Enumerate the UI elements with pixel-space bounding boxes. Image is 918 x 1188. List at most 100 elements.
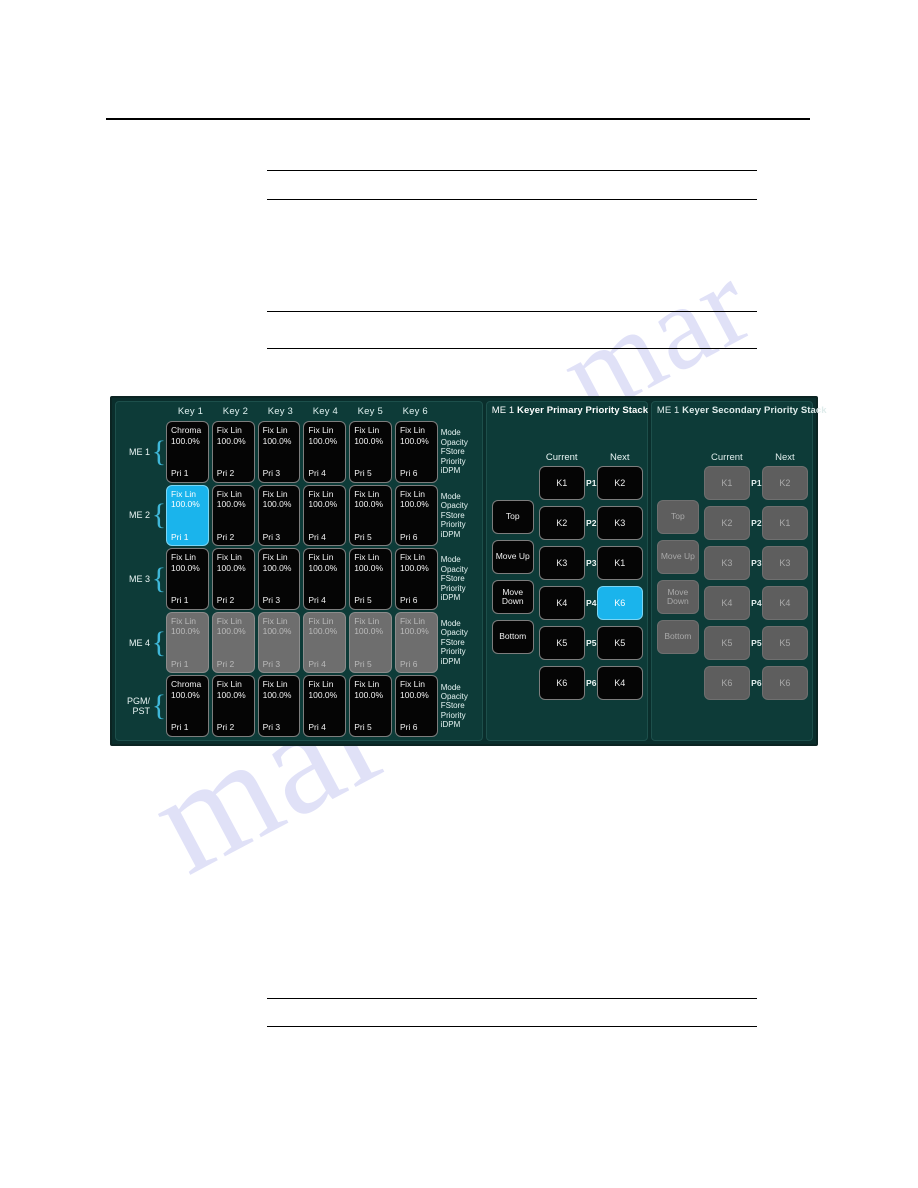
horizontal-rule: [267, 311, 757, 312]
primary-stack-next-3[interactable]: K1: [596, 546, 643, 580]
secondary-stack-next-3: K3: [761, 546, 808, 580]
key-cell-mode: Fix Lin: [216, 425, 242, 435]
me-row-label: ME 2: [128, 510, 150, 521]
attribute-label-idpm: iDPM: [440, 465, 461, 475]
key-cell-opacity: 100.0%: [262, 499, 292, 510]
secondary-stack-current-1: K1: [703, 466, 750, 500]
key-cell-opacity: 100.0%: [399, 435, 429, 446]
key-cell-priority: Pri 5: [354, 531, 372, 542]
key-cell-me5-k5[interactable]: Fix Lin 100.0% Pri 5: [349, 675, 392, 737]
primary-stack-next-5[interactable]: K5: [596, 626, 643, 660]
attribute-label-priority: Priority: [440, 583, 466, 593]
primary-stack-move-down-button[interactable]: Move Down: [491, 580, 534, 614]
secondary-stack-next-4: K4: [761, 586, 808, 620]
primary-stack-current-6[interactable]: K6: [538, 666, 585, 700]
key-cell-me1-k6[interactable]: Fix Lin 100.0% Pri 6: [394, 421, 438, 483]
key-cell-priority: Pri 3: [262, 658, 281, 669]
me-row: ME 1{Chroma 100.0% Pri 1 Fix Lin 100.0% Pri 2…: [116, 420, 482, 484]
key-cell-opacity: 100.0%: [171, 499, 200, 510]
key-cell-priority: Pri 4: [308, 595, 326, 606]
key-cell-me1-k5[interactable]: Fix Lin 100.0% Pri 5: [349, 421, 392, 483]
key-cell-me1-k4[interactable]: Fix Lin 100.0% Pri 4: [303, 421, 347, 483]
secondary-stack-next-1: K2: [761, 466, 808, 500]
key-cell-me2-k4[interactable]: Fix Lin 100.0% Pri 4: [303, 484, 347, 547]
primary-stack-title: ME 1 Keyer Primary Priority Stack: [492, 405, 648, 416]
key-cell-me5-k6[interactable]: Fix Lin 100.0% Pri 6: [394, 675, 438, 737]
secondary-current-header: Current: [711, 452, 743, 463]
key-cell-priority: Pri 2: [216, 468, 235, 479]
key-cell-priority: Pri 2: [216, 595, 235, 606]
key-cell-mode: Fix Lin: [354, 552, 380, 563]
key-cell-mode: Fix Lin: [354, 679, 380, 690]
key-cell-me5-k4[interactable]: Fix Lin 100.0% Pri 4: [303, 675, 347, 737]
key-cell-mode: Fix Lin: [216, 679, 242, 690]
key-cell-mode: Fix Lin: [262, 679, 288, 690]
key-cell-me1-k2[interactable]: Fix Lin 100.0% Pri 2: [211, 421, 255, 483]
key-cell-me1-k3[interactable]: Fix Lin 100.0% Pri 3: [257, 421, 301, 483]
key-cell-me3-k5[interactable]: Fix Lin 100.0% Pri 5: [349, 548, 392, 610]
primary-stack-move-up-button[interactable]: Move Up: [491, 540, 534, 574]
key-cell-me3-k3[interactable]: Fix Lin 100.0% Pri 3: [257, 548, 301, 610]
me-row: ME 2{Fix Lin 100.0% Pri 1 Fix Lin 100.0% Pri …: [116, 484, 482, 548]
key-cells-container: Fix Lin 100.0% Pri 1 Fix Lin 100.0% Pri 2 Fix …: [166, 548, 438, 610]
secondary-stack-current-6: K6: [703, 666, 750, 700]
attribute-label-fstore: FStore: [440, 574, 465, 584]
key-cells-container: Fix Lin 100.0% Pri 1 Fix Lin 100.0% Pri 2 Fix …: [166, 611, 438, 674]
key-cell-opacity: 100.0%: [308, 626, 338, 637]
attribute-label-mode: Mode: [440, 491, 461, 501]
primary-stack-actions: Top Move Up Move Down Bottom: [491, 500, 534, 660]
attribute-label-opacity: Opacity: [440, 437, 468, 447]
secondary-stack-current-5: K5: [703, 626, 750, 660]
key-cell-mode: Fix Lin: [171, 615, 197, 626]
key-column-header-1: Key 1: [177, 406, 204, 417]
key-cell-me2-k2[interactable]: Fix Lin 100.0% Pri 2: [211, 484, 255, 547]
primary-stack-next-1[interactable]: K2: [596, 466, 643, 500]
key-cell-me2-k3[interactable]: Fix Lin 100.0% Pri 3: [257, 484, 301, 547]
key-cell-mode: Fix Lin: [171, 488, 197, 499]
key-column-header-2: Key 2: [222, 406, 249, 417]
key-cell-me2-k6[interactable]: Fix Lin 100.0% Pri 6: [394, 484, 438, 547]
key-cell-me3-k6[interactable]: Fix Lin 100.0% Pri 6: [394, 548, 438, 610]
key-column-header-3: Key 3: [267, 406, 294, 417]
me-row: PGM/PST{Chroma 100.0% Pri 1 Fix Lin 100.0% Pr…: [116, 674, 482, 738]
primary-stack-title-main: Keyer Primary Priority Stack: [517, 405, 649, 416]
key-cell-me4-k4: Fix Lin 100.0% Pri 4: [303, 611, 347, 674]
key-cell-opacity: 100.0%: [216, 562, 246, 573]
primary-stack-current-3[interactable]: K3: [538, 546, 585, 580]
key-cell-opacity: 100.0%: [171, 689, 200, 700]
key-cell-me5-k2[interactable]: Fix Lin 100.0% Pri 2: [211, 675, 255, 737]
primary-stack-current-5[interactable]: K5: [538, 626, 585, 660]
key-cell-me2-k5[interactable]: Fix Lin 100.0% Pri 5: [349, 484, 392, 547]
primary-stack-next-4[interactable]: K6: [596, 586, 643, 620]
key-cell-priority: Pri 4: [308, 468, 326, 479]
key-cell-opacity: 100.0%: [399, 499, 429, 510]
primary-stack-current-4[interactable]: K4: [538, 586, 585, 620]
key-column-header-5: Key 5: [357, 406, 383, 417]
key-cell-me5-k3[interactable]: Fix Lin 100.0% Pri 3: [257, 675, 301, 737]
key-cell-me3-k2[interactable]: Fix Lin 100.0% Pri 2: [211, 548, 255, 610]
key-cell-me5-k1[interactable]: Chroma 100.0% Pri 1: [166, 675, 209, 737]
attribute-label-idpm: iDPM: [440, 656, 461, 666]
key-cell-mode: Fix Lin: [399, 552, 426, 563]
key-cell-me4-k1: Fix Lin 100.0% Pri 1: [166, 611, 209, 674]
primary-stack-current-2[interactable]: K2: [538, 506, 585, 540]
key-cell-me3-k1[interactable]: Fix Lin 100.0% Pri 1: [166, 548, 209, 610]
primary-stack-current-1[interactable]: K1: [538, 466, 585, 500]
key-cell-mode: Fix Lin: [399, 488, 426, 499]
primary-stack-next-2[interactable]: K3: [596, 506, 643, 540]
key-cell-me1-k1[interactable]: Chroma 100.0% Pri 1: [166, 421, 209, 483]
secondary-stack-priority-label-2: P2: [751, 518, 762, 528]
key-cell-me2-k1[interactable]: Fix Lin 100.0% Pri 1: [166, 484, 209, 547]
key-column-header-4: Key 4: [312, 406, 338, 417]
primary-stack-next-6[interactable]: K4: [596, 666, 643, 700]
primary-stack-bottom-button[interactable]: Bottom: [491, 620, 534, 654]
secondary-next-header: Next: [775, 452, 795, 463]
key-cells-container: Chroma 100.0% Pri 1 Fix Lin 100.0% Pri 2 Fix L…: [166, 421, 438, 483]
horizontal-rule: [267, 199, 757, 200]
key-cell-priority: Pri 1: [171, 658, 189, 669]
key-cell-me3-k4[interactable]: Fix Lin 100.0% Pri 4: [303, 548, 347, 610]
key-cell-priority: Pri 5: [354, 595, 372, 606]
primary-current-column: K1 K2 K3 K4 K5 K6: [538, 466, 585, 706]
primary-stack-top-button[interactable]: Top: [491, 500, 534, 534]
primary-stack-title-prefix: ME 1: [491, 405, 518, 416]
